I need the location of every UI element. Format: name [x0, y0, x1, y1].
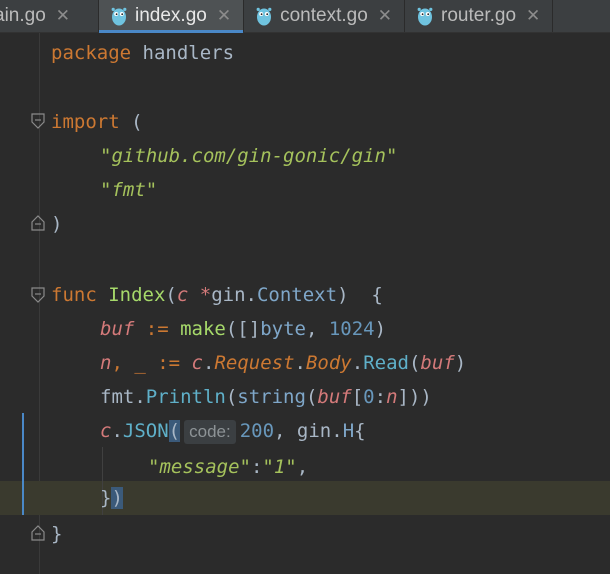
keyword: import	[51, 111, 120, 133]
type-name: H	[342, 420, 355, 442]
punctuation: {	[354, 420, 366, 442]
close-icon[interactable]: ✕	[526, 6, 540, 26]
builtin-function: make	[180, 318, 226, 340]
function-name: Index	[108, 284, 166, 306]
punctuation: }	[100, 487, 112, 509]
method-name: JSON	[122, 420, 169, 442]
code-line-8: func Index(c *gin.Context) {	[51, 278, 383, 312]
variable: c	[191, 352, 203, 374]
vcs-change-marker	[22, 413, 24, 515]
close-icon[interactable]: ✕	[56, 6, 70, 26]
code-line-14: })	[100, 481, 123, 515]
code-line-11: fmt.Println(string(buf[0:n]))	[100, 380, 432, 414]
close-icon[interactable]: ✕	[217, 6, 231, 26]
punctuation: (	[305, 386, 318, 408]
package-name: fmt.	[100, 386, 146, 408]
punctuation: (	[408, 352, 421, 374]
variable: buf	[317, 386, 352, 408]
tab-router-go[interactable]: router.go ✕	[405, 0, 554, 32]
fold-close-icon[interactable]	[31, 215, 45, 231]
string-literal: "fmt"	[100, 179, 158, 201]
punctuation: :	[374, 386, 387, 408]
punctuation: }	[51, 523, 63, 545]
punctuation: ([]	[225, 318, 261, 340]
close-icon[interactable]: ✕	[378, 6, 392, 26]
type-name: Context	[256, 284, 338, 306]
matched-paren: )	[111, 487, 123, 509]
tab-label: context.go	[280, 5, 368, 26]
code-line-4: "github.com/gin-gonic/gin"	[100, 139, 397, 173]
code-line-9: buf := make([]byte, 1024)	[100, 312, 386, 346]
method-name: Println	[145, 386, 226, 408]
tab-main-go[interactable]: ain.go ✕	[0, 0, 99, 32]
punctuation: (	[225, 386, 238, 408]
number-literal: 1024	[328, 318, 375, 340]
code-line-15: }	[51, 517, 62, 551]
variable: buf	[100, 318, 135, 340]
punctuation: (	[165, 284, 177, 306]
punctuation: .	[351, 352, 364, 374]
gopher-file-icon	[111, 7, 127, 26]
punctuation: ]))	[397, 386, 432, 408]
operator: , _ :=	[111, 352, 192, 374]
number-literal: 200	[239, 420, 275, 442]
code-line-13: "message":"1",	[148, 450, 308, 484]
punctuation: *	[188, 284, 212, 306]
code-line-6: )	[51, 207, 62, 241]
field-name: Body	[305, 352, 352, 374]
code-editor[interactable]: package handlers import ( "github.com/gi…	[0, 33, 610, 574]
tab-context-go[interactable]: context.go ✕	[244, 0, 406, 32]
tab-label: router.go	[441, 5, 517, 26]
punctuation: .	[294, 352, 306, 374]
gopher-file-icon	[417, 7, 433, 26]
variable: buf	[420, 352, 455, 374]
identifier: handlers	[131, 42, 235, 64]
current-line-highlight	[0, 481, 610, 515]
variable: c	[100, 420, 112, 442]
punctuation: [	[351, 386, 364, 408]
type-name: string	[237, 386, 306, 408]
tab-label: index.go	[135, 5, 207, 26]
string-literal: "message"	[148, 456, 251, 478]
variable: n	[100, 352, 112, 374]
matched-paren: (	[168, 420, 181, 442]
fold-close-icon[interactable]	[31, 525, 45, 541]
gopher-file-icon	[256, 7, 272, 26]
field-name: Request	[214, 352, 295, 374]
punctuation: ) {	[337, 284, 383, 306]
punctuation: ,	[305, 318, 329, 340]
fold-open-icon[interactable]	[31, 287, 45, 303]
code-line-10: n, _ := c.Request.Body.Read(buf)	[100, 346, 466, 380]
punctuation: )	[454, 352, 467, 374]
code-line-3: import (	[51, 105, 143, 139]
string-literal: "1"	[262, 456, 297, 478]
tab-label: ain.go	[0, 5, 46, 26]
punctuation: (	[119, 111, 143, 133]
code-line-12: c.JSON(code: 200, gin.H{	[100, 414, 366, 448]
code-line-5: "fmt"	[100, 173, 157, 207]
type-name: byte	[260, 318, 306, 340]
punctuation: ,	[296, 456, 309, 478]
fold-open-icon[interactable]	[31, 113, 45, 129]
parameter: c	[176, 284, 189, 306]
parameter-hint: code:	[184, 419, 236, 444]
string-literal: "github.com/gin-gonic/gin"	[100, 145, 398, 167]
variable: n	[386, 386, 398, 408]
punctuation: )	[374, 318, 387, 340]
punctuation: :	[250, 456, 263, 478]
method-name: Read	[363, 352, 409, 374]
punctuation: )	[51, 213, 63, 235]
editor-tab-bar: ain.go ✕ index.go ✕ context.go ✕ router.…	[0, 0, 610, 33]
operator: :=	[134, 318, 181, 340]
keyword: func	[51, 284, 97, 306]
punctuation: .	[202, 352, 215, 374]
package-name: gin.	[211, 284, 257, 306]
number-literal: 0	[363, 386, 375, 408]
keyword: package	[51, 42, 132, 64]
tab-index-go[interactable]: index.go ✕	[99, 0, 245, 33]
punctuation: , gin.	[274, 420, 343, 442]
code-line-1: package handlers	[51, 36, 234, 70]
punctuation: .	[111, 420, 123, 442]
